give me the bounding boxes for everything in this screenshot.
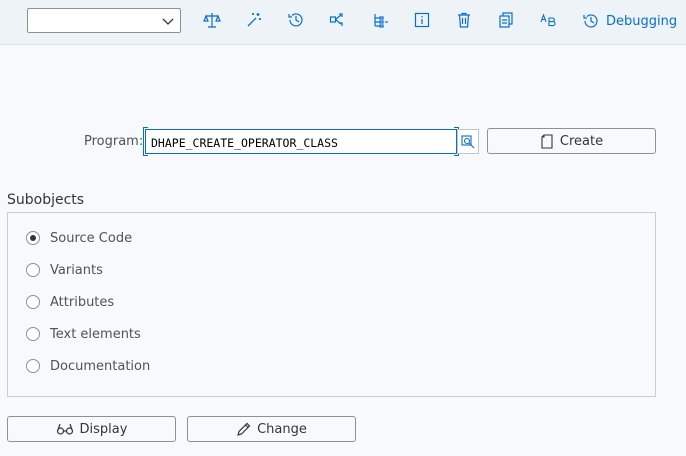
radio-label: Documentation (50, 358, 151, 374)
toolbar: Debugging (0, 0, 686, 45)
value-help-button[interactable] (457, 129, 479, 154)
object-type-dropdown[interactable] (27, 8, 181, 33)
delete-icon[interactable] (454, 10, 474, 30)
new-document-icon (541, 133, 553, 149)
radio-label: Source Code (50, 230, 133, 246)
debugging-button[interactable]: Debugging (582, 10, 677, 32)
tree-icon[interactable] (370, 10, 390, 30)
display-label: Display (79, 421, 128, 437)
history-icon[interactable] (286, 10, 306, 30)
subobjects-group: Source Code Variants Attributes Text ele… (7, 212, 656, 397)
radio-button[interactable] (26, 231, 40, 245)
radio-label: Variants (50, 262, 103, 278)
radio-button[interactable] (26, 359, 40, 373)
radio-button[interactable] (26, 327, 40, 341)
subobjects-title: Subobjects (7, 192, 85, 208)
radio-button[interactable] (26, 295, 40, 309)
program-label: Program: (84, 134, 144, 149)
create-button[interactable]: Create (487, 128, 656, 154)
radio-text-elements[interactable]: Text elements (26, 325, 141, 343)
radio-source-code[interactable]: Source Code (26, 229, 132, 247)
display-button[interactable]: Display (7, 416, 176, 442)
radio-label: Attributes (50, 294, 115, 310)
magic-wand-icon[interactable] (244, 10, 264, 30)
hierarchy-icon[interactable] (328, 10, 348, 30)
create-label: Create (559, 133, 604, 149)
history-icon (583, 14, 598, 28)
change-label: Change (257, 421, 307, 437)
translate-icon[interactable] (538, 10, 558, 30)
value-help-icon (461, 134, 475, 148)
radio-label: Text elements (50, 326, 141, 342)
program-input[interactable]: DHAPE_CREATE_OPERATOR_CLASS (145, 129, 457, 154)
radio-button[interactable] (26, 263, 40, 277)
chevron-down-icon (162, 18, 174, 25)
glasses-icon (56, 423, 73, 435)
pencil-icon (237, 422, 251, 436)
balance-icon[interactable] (202, 10, 222, 30)
copy-icon[interactable] (496, 10, 516, 30)
debugging-label: Debugging (606, 13, 678, 29)
radio-documentation[interactable]: Documentation (26, 357, 150, 375)
radio-variants[interactable]: Variants (26, 261, 103, 279)
radio-attributes[interactable]: Attributes (26, 293, 114, 311)
change-button[interactable]: Change (187, 416, 356, 442)
info-icon[interactable] (412, 10, 432, 30)
